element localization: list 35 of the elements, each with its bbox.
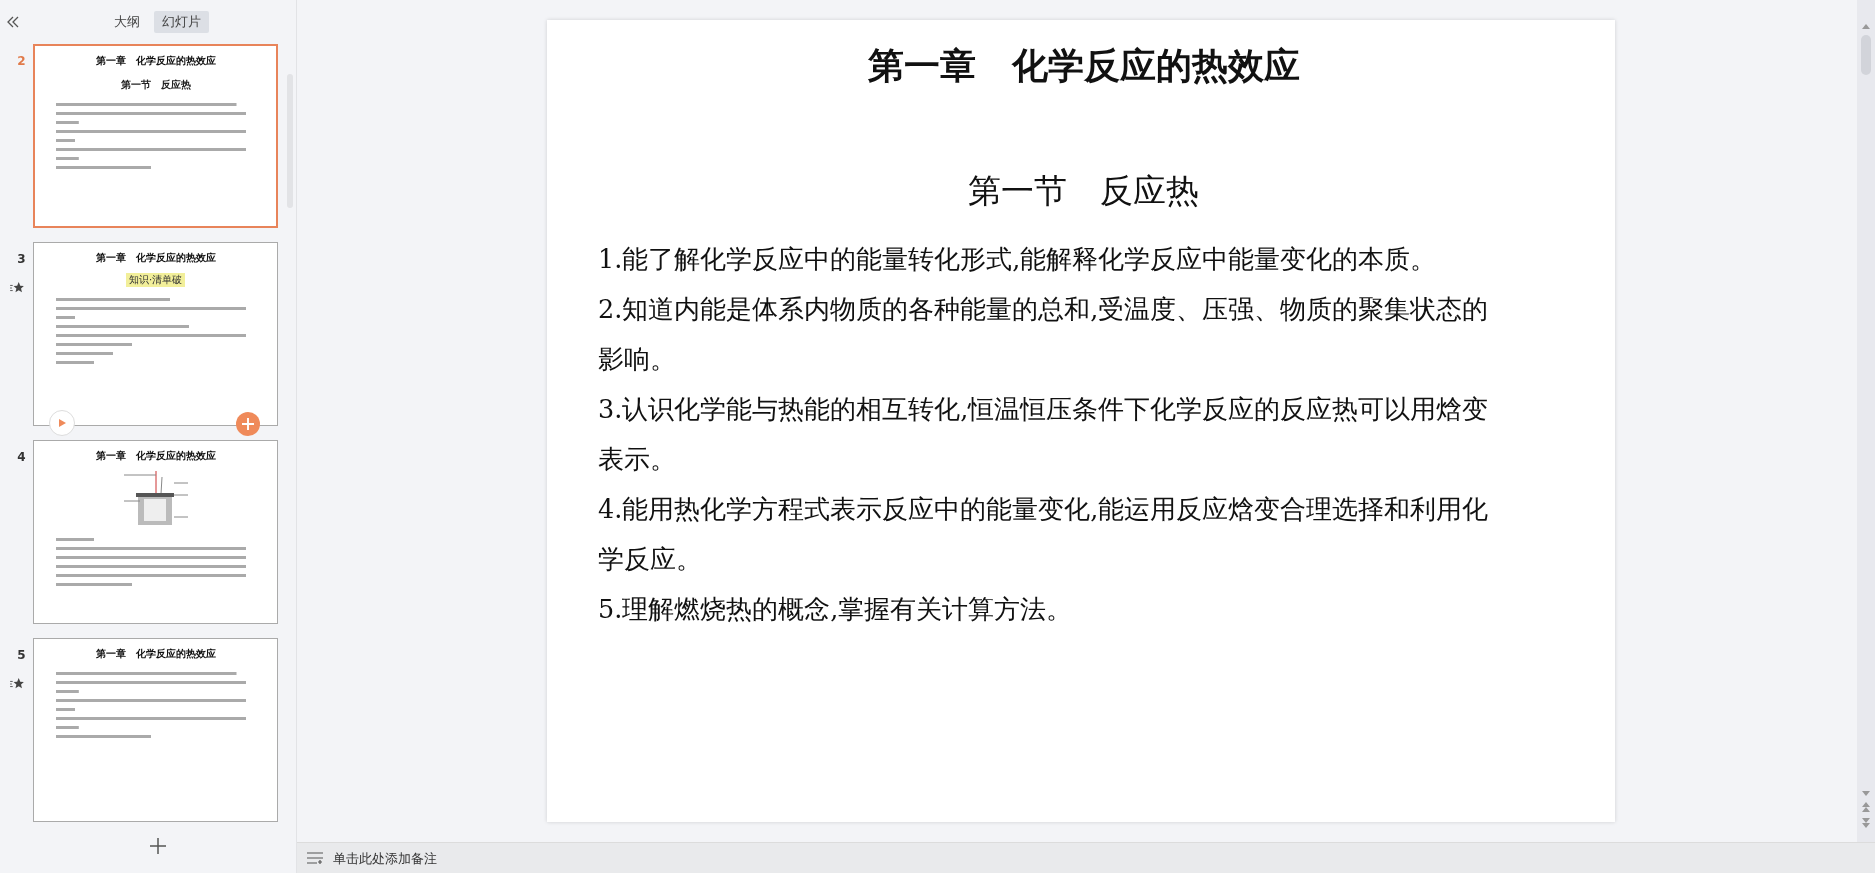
- collapse-icon[interactable]: [6, 16, 20, 28]
- slide-number: 2: [16, 54, 26, 68]
- body-paragraph: 1.能了解化学反应中的能量转化形式,能解释化学反应中能量变化的本质。: [598, 243, 1438, 276]
- play-icon: [57, 418, 67, 428]
- slide-number: 3: [16, 252, 26, 266]
- body-paragraph: 5.理解燃烧热的概念,掌握有关计算方法。: [598, 593, 1074, 626]
- add-slide-button[interactable]: [236, 412, 260, 436]
- slide-thumbnail[interactable]: 第一章 化学反应的热效应 知识·清单破: [33, 242, 278, 426]
- plus-icon: [242, 418, 254, 430]
- thumbnail-title: 第一章 化学反应的热效应: [95, 647, 216, 661]
- scroll-down-icon[interactable]: [1862, 791, 1870, 796]
- slide-title: 第一章 化学反应的热效应: [866, 44, 1301, 88]
- notes-field[interactable]: 单击此处添加备注: [331, 849, 635, 867]
- thumbnail-title: 第一章 化学反应的热效应: [95, 449, 216, 463]
- slide-number: 4: [16, 450, 26, 464]
- body-paragraph: 3.认识化学能与热能的相互转化,恒温恒压条件下化学反应的反应热可以用焓变表示。: [598, 393, 1490, 476]
- slide-thumbnail[interactable]: 第一章 化学反应的热效应: [33, 638, 278, 822]
- scrollbar[interactable]: [1857, 0, 1875, 842]
- add-icon[interactable]: [150, 838, 166, 854]
- body-paragraph: 4.能用热化学方程式表示反应中的能量变化,能运用反应焓变合理选择和利用化学反应。: [598, 493, 1490, 576]
- body-paragraph: 2.知道内能是体系内物质的各种能量的总和,受温度、压强、物质的聚集状态的影响。: [598, 293, 1490, 376]
- panel-tab[interactable]: 幻灯片: [154, 11, 209, 33]
- scroll-up-icon[interactable]: [1862, 24, 1870, 29]
- slide-subtitle: 第一节 反应热: [967, 170, 1200, 212]
- slide-number: 5: [16, 648, 26, 662]
- thumbnail-subtitle: 第一节 反应热: [120, 78, 191, 92]
- slide-thumbnail[interactable]: 第一章 化学反应的热效应 第一节 反应热: [33, 44, 278, 228]
- notes-icon: [307, 852, 323, 864]
- next-page-icon[interactable]: [1862, 818, 1870, 828]
- thumbnail-title: 第一章 化学反应的热效应: [95, 54, 216, 68]
- panel-tab[interactable]: 大纲: [106, 11, 148, 33]
- previous-page-icon[interactable]: [1862, 802, 1870, 812]
- thumbnail-tag: 知识·清单破: [125, 273, 186, 287]
- thumbnail-title: 第一章 化学反应的热效应: [95, 251, 216, 265]
- slide-thumbnail[interactable]: 第一章 化学反应的热效应: [33, 440, 278, 624]
